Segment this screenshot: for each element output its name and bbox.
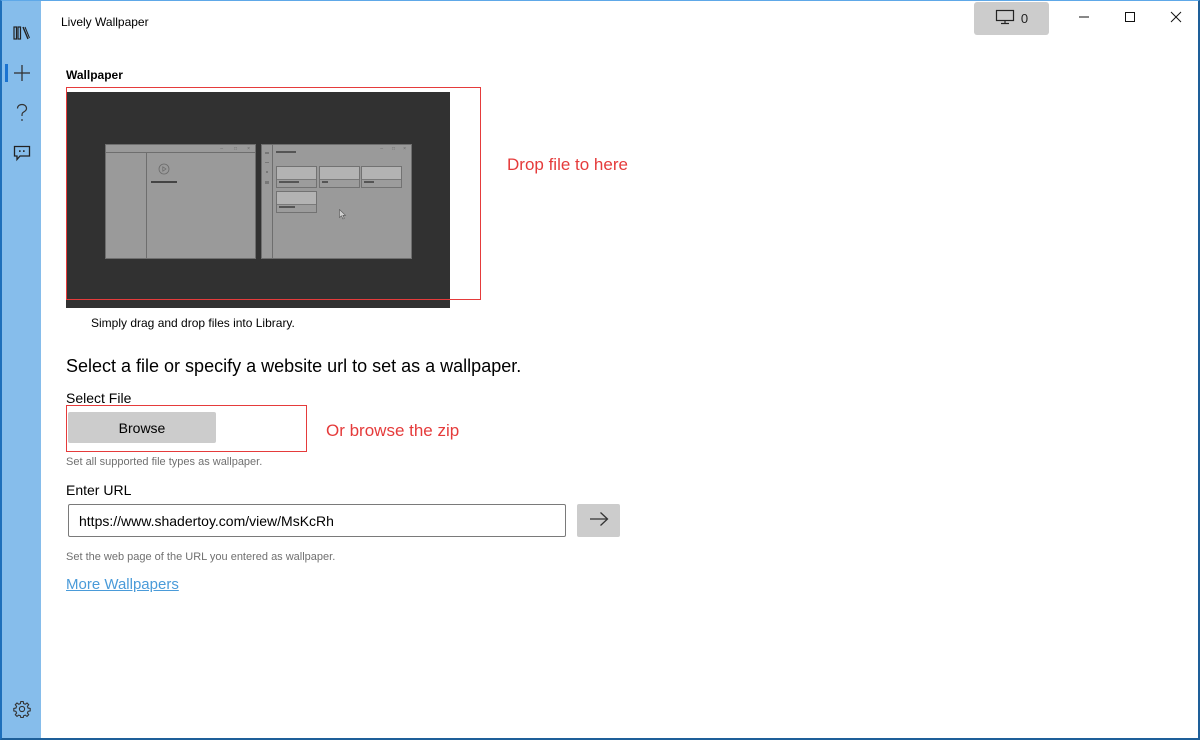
- sidebar-item-library[interactable]: [2, 15, 41, 51]
- selection-indicator: [5, 64, 8, 82]
- monitor-icon: [995, 9, 1015, 28]
- question-icon: [15, 103, 29, 123]
- gear-icon: [12, 700, 31, 723]
- set-url-button[interactable]: [577, 504, 620, 537]
- more-wallpapers-link[interactable]: More Wallpapers: [66, 576, 179, 593]
- section-label-wallpaper: Wallpaper: [66, 68, 123, 82]
- monitor-selector-button[interactable]: 0: [974, 2, 1049, 35]
- sidebar-item-feedback[interactable]: [2, 135, 41, 171]
- app-window: Lively Wallpaper 0 Wallpaper – □ × – □ ×…: [0, 0, 1200, 740]
- drop-annotation: Drop file to here: [507, 155, 628, 174]
- library-icon: [12, 25, 31, 41]
- minimize-icon: [1078, 10, 1090, 28]
- sidebar-item-settings[interactable]: [2, 693, 41, 729]
- monitor-count: 0: [1020, 11, 1029, 26]
- minimize-button[interactable]: [1061, 2, 1107, 35]
- url-hint: Set the web page of the URL you entered …: [66, 551, 336, 563]
- page-heading: Select a file or specify a website url t…: [66, 356, 522, 376]
- close-button[interactable]: [1153, 2, 1199, 35]
- url-input[interactable]: [68, 504, 566, 537]
- maximize-icon: [1124, 10, 1136, 28]
- select-file-hint: Set all supported file types as wallpape…: [66, 456, 263, 468]
- maximize-button[interactable]: [1107, 2, 1153, 35]
- preview-caption: Simply drag and drop files into Library.: [91, 316, 295, 330]
- window-title: Lively Wallpaper: [61, 15, 149, 29]
- feedback-icon: [13, 144, 31, 162]
- preview-mock-explorer-window: – □ ×: [105, 144, 256, 259]
- browse-annotation: Or browse the zip: [326, 421, 460, 440]
- sidebar-item-help[interactable]: [2, 95, 41, 131]
- enter-url-label: Enter URL: [66, 482, 132, 498]
- sidebar: [2, 1, 41, 738]
- arrow-right-icon: [588, 511, 610, 530]
- select-file-label: Select File: [66, 390, 132, 406]
- drag-drop-preview-image[interactable]: – □ × – □ ×: [66, 92, 450, 308]
- plus-icon: [12, 63, 32, 83]
- cursor-icon: [339, 209, 347, 220]
- sidebar-item-add[interactable]: [2, 55, 41, 91]
- play-icon: [158, 163, 170, 175]
- browse-button[interactable]: Browse: [68, 412, 216, 443]
- close-icon: [1170, 10, 1182, 28]
- preview-mock-lively-window: – □ ×: [261, 144, 412, 259]
